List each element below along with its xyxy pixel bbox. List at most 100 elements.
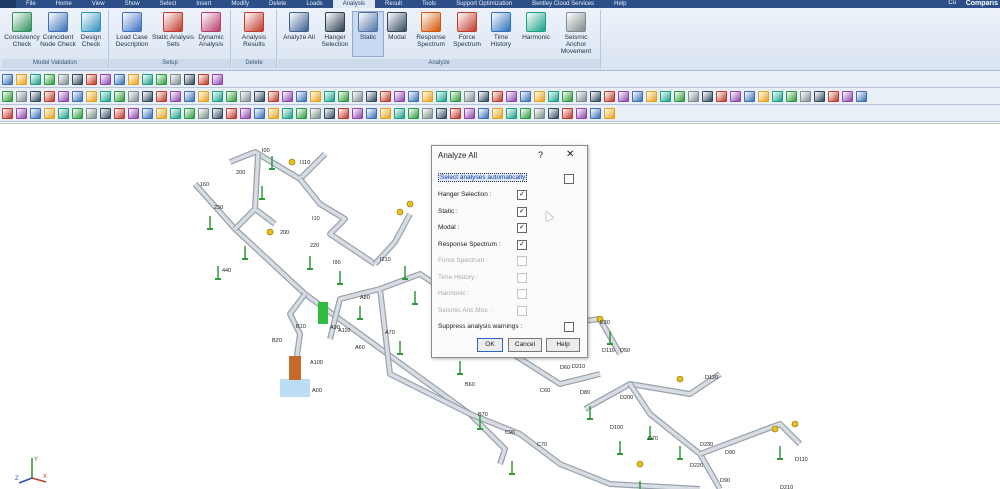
toolbar-tool-icon[interactable] [589,107,601,119]
toolbar-tool-icon[interactable] [169,73,181,85]
menu-item-select[interactable]: Select [150,0,187,8]
toolbar-tool-icon[interactable] [183,90,195,102]
toolbar-tool-icon[interactable] [71,107,83,119]
toolbar-tool-icon[interactable] [141,90,153,102]
toolbar-tool-icon[interactable] [743,90,755,102]
toolbar-tool-icon[interactable] [491,107,503,119]
toolbar-tool-icon[interactable] [197,90,209,102]
toolbar-tool-icon[interactable] [463,107,475,119]
toolbar-tool-icon[interactable] [113,107,125,119]
menu-item-view[interactable]: View [82,0,115,8]
toolbar-tool-icon[interactable] [547,107,559,119]
toolbar-tool-icon[interactable] [127,107,139,119]
toolbar-tool-icon[interactable] [519,90,531,102]
toolbar-tool-icon[interactable] [533,107,545,119]
toolbar-tool-icon[interactable] [57,73,69,85]
menu-item-home[interactable]: Home [46,0,82,8]
toolbar-tool-icon[interactable] [155,90,167,102]
toolbar-tool-icon[interactable] [435,107,447,119]
menu-item-insert[interactable]: Insert [186,0,221,8]
toolbar-tool-icon[interactable] [295,90,307,102]
toolbar-tool-icon[interactable] [561,107,573,119]
seismic-anchor-movement-button[interactable]: Seismic Anchor Movement [554,12,598,55]
toolbar-tool-icon[interactable] [365,107,377,119]
toolbar-tool-icon[interactable] [365,90,377,102]
dialog-close-icon[interactable]: ✕ [566,149,574,160]
select-auto-checkbox[interactable] [564,174,574,184]
toolbar-tool-icon[interactable] [505,107,517,119]
toolbar-tool-icon[interactable] [57,90,69,102]
toolbar-tool-icon[interactable] [267,90,279,102]
toolbar-tool-icon[interactable] [841,90,853,102]
modal-button[interactable]: Modal [382,12,412,41]
toolbar-tool-icon[interactable] [547,90,559,102]
cancel-button[interactable]: Cancel [508,338,542,352]
dialog-help-icon[interactable]: ? [538,150,543,160]
toolbar-tool-icon[interactable] [309,90,321,102]
toolbar-tool-icon[interactable] [225,107,237,119]
design-check-button[interactable]: Design Check [76,12,106,48]
response-spectrum-button[interactable]: Response Spectrum [412,12,450,48]
toolbar-tool-icon[interactable] [575,90,587,102]
toolbar-tool-icon[interactable] [603,90,615,102]
toolbar-tool-icon[interactable] [239,107,251,119]
toolbar-tool-icon[interactable] [99,73,111,85]
toolbar-tool-icon[interactable] [785,90,797,102]
toolbar-tool-icon[interactable] [827,90,839,102]
menu-item-delete[interactable]: Delete [259,0,296,8]
menu-item-analysis[interactable]: Analysis [332,0,376,8]
toolbar-tool-icon[interactable] [141,107,153,119]
analysis-option-checkbox[interactable]: ✓ [517,223,527,233]
toolbar-tool-icon[interactable] [645,90,657,102]
toolbar-tool-icon[interactable] [337,107,349,119]
menu-item-modify[interactable]: Modify [221,0,259,8]
toolbar-tool-icon[interactable] [687,90,699,102]
toolbar-tool-icon[interactable] [799,90,811,102]
toolbar-tool-icon[interactable] [211,90,223,102]
toolbar-tool-icon[interactable] [855,90,867,102]
toolbar-tool-icon[interactable] [169,107,181,119]
toolbar-tool-icon[interactable] [85,90,97,102]
toolbar-tool-icon[interactable] [407,107,419,119]
toolbar-tool-icon[interactable] [15,73,27,85]
toolbar-tool-icon[interactable] [211,107,223,119]
toolbar-tool-icon[interactable] [1,73,13,85]
toolbar-tool-icon[interactable] [351,107,363,119]
toolbar-tool-icon[interactable] [421,90,433,102]
toolbar-tool-icon[interactable] [183,107,195,119]
toolbar-tool-icon[interactable] [169,90,181,102]
toolbar-tool-icon[interactable] [29,107,41,119]
toolbar-tool-icon[interactable] [533,90,545,102]
toolbar-tool-icon[interactable] [449,107,461,119]
toolbar-tool-icon[interactable] [407,90,419,102]
toolbar-tool-icon[interactable] [43,73,55,85]
toolbar-tool-icon[interactable] [281,107,293,119]
toolbar-tool-icon[interactable] [561,90,573,102]
toolbar-tool-icon[interactable] [379,90,391,102]
help-button[interactable]: Help [546,338,580,352]
toolbar-tool-icon[interactable] [225,90,237,102]
time-history-button[interactable]: Time History [484,12,518,48]
toolbar-tool-icon[interactable] [183,73,195,85]
force-spectrum-button[interactable]: Force Spectrum [450,12,484,48]
toolbar-tool-icon[interactable] [197,107,209,119]
analysis-option-checkbox[interactable]: ✓ [517,190,527,200]
ok-button[interactable]: OK [477,338,503,352]
toolbar-tool-icon[interactable] [43,90,55,102]
toolbar-tool-icon[interactable] [1,107,13,119]
toolbar-tool-icon[interactable] [43,107,55,119]
toolbar-tool-icon[interactable] [617,90,629,102]
toolbar-tool-icon[interactable] [477,90,489,102]
toolbar-tool-icon[interactable] [421,107,433,119]
menu-item-help[interactable]: Help [604,0,636,8]
static-analysis-sets-button[interactable]: Static Analysis Sets [152,12,194,48]
toolbar-tool-icon[interactable] [813,90,825,102]
consistency-check-button[interactable]: Consistency Check [4,12,40,48]
toolbar-tool-icon[interactable] [463,90,475,102]
toolbar-tool-icon[interactable] [393,90,405,102]
toolbar-tool-icon[interactable] [435,90,447,102]
toolbar-tool-icon[interactable] [603,107,615,119]
toolbar-tool-icon[interactable] [141,73,153,85]
toolbar-tool-icon[interactable] [127,90,139,102]
coincident-node-check-button[interactable]: Coincident Node Check [40,12,76,48]
